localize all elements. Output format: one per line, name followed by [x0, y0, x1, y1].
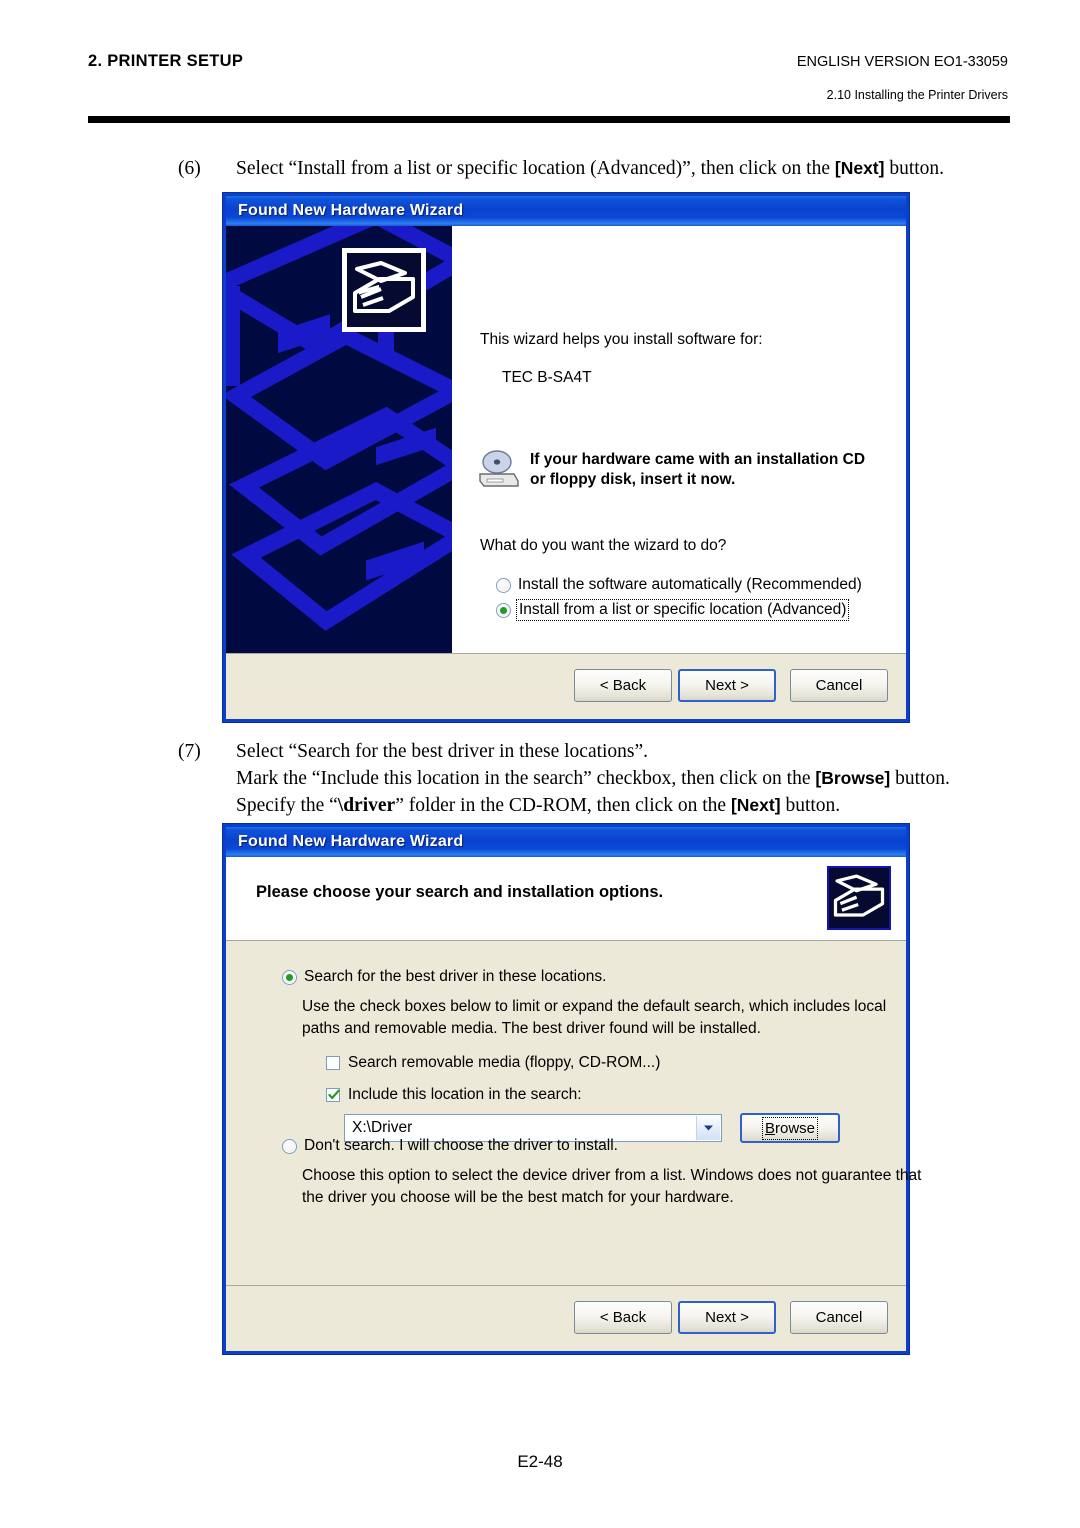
found-new-hardware-wizard-welcome-dialog: Found New Hardware Wizard This wizard he…	[222, 192, 910, 723]
dialog2-back-label: < Back	[599, 1309, 647, 1326]
dialog2-title: Found New Hardware Wizard	[238, 833, 464, 850]
dialog1-button-separator	[226, 653, 906, 654]
step-7-number: (7)	[178, 741, 201, 762]
radio-install-automatically-label: Install the software automatically (Reco…	[518, 576, 862, 593]
dialog1-cd-notice-line2: or floppy disk, insert it now.	[530, 471, 736, 488]
radio-icon-unselected[interactable]	[282, 1138, 297, 1154]
checkbox-search-removable-media-label: Search removable media (floppy, CD-ROM..…	[348, 1054, 661, 1071]
radio-install-from-list-label: Install from a list or specific location…	[515, 599, 850, 621]
dialog2-title-bar[interactable]: Found New Hardware Wizard	[226, 827, 906, 857]
isometric-device-icon	[353, 261, 415, 313]
step-7-instruction: (7) Select “Search for the best driver i…	[178, 738, 950, 819]
dialog2-next-label: Next >	[705, 1309, 749, 1326]
wizard-device-icon	[347, 253, 421, 327]
dialog2-next-button[interactable]: Next >	[678, 1301, 776, 1334]
header-subsection: 2.10 Installing the Printer Drivers	[826, 88, 1008, 102]
radio-icon-unselected[interactable]	[496, 577, 511, 593]
cd-disc-icon	[476, 448, 522, 490]
dialog1-next-label: Next >	[705, 677, 749, 694]
radio-install-from-list[interactable]: Install from a list or specific location…	[496, 599, 850, 621]
page-header: 2. PRINTER SETUP ENGLISH VERSION EO1-330…	[88, 46, 1008, 116]
dialog1-client-area: This wizard helps you install software f…	[226, 226, 906, 719]
dialog2-back-button[interactable]: < Back	[574, 1301, 672, 1334]
radio-install-automatically[interactable]: Install the software automatically (Reco…	[496, 576, 862, 594]
page-footer: E2-48	[517, 1452, 563, 1471]
found-new-hardware-wizard-search-options-dialog: Found New Hardware Wizard Please choose …	[222, 823, 921, 1355]
step-6-text-before: Select “Install from a list or specific …	[236, 158, 835, 179]
step-7-driver-folder: \driver	[337, 795, 396, 816]
dialog1-intro-text: This wizard helps you install software f…	[480, 331, 763, 348]
dialog2-device-icon	[827, 866, 891, 930]
dialog2-option1-description-line2: paths and removable media. The best driv…	[302, 1020, 761, 1037]
radio-search-best-driver-label: Search for the best driver in these loca…	[304, 968, 607, 985]
radio-dont-search-label: Don't search. I will choose the driver t…	[304, 1137, 618, 1154]
dialog1-next-button[interactable]: Next >	[678, 669, 776, 702]
checkbox-search-removable-media[interactable]: Search removable media (floppy, CD-ROM..…	[326, 1054, 660, 1072]
dialog2-header: Please choose your search and installati…	[226, 857, 906, 941]
checkbox-include-this-location[interactable]: Include this location in the search:	[326, 1086, 582, 1104]
dialog2-option1-description-line1: Use the check boxes below to limit or ex…	[302, 998, 887, 1015]
step-7-keycap-browse: [Browse]	[815, 768, 891, 788]
dialog1-back-button[interactable]: < Back	[574, 669, 672, 702]
dialog1-cd-notice-text: If your hardware came with an installati…	[530, 450, 865, 490]
dialog2-option2-description-line1: Choose this option to select the device …	[302, 1167, 922, 1184]
wizard-device-icon-frame	[342, 248, 426, 332]
dialog1-button-bar: < Back Next > Cancel	[226, 653, 906, 719]
dialog1-cancel-label: Cancel	[815, 677, 863, 694]
dialog2-body: Search for the best driver in these loca…	[226, 941, 921, 1285]
dialog1-device-name: TEC B-SA4T	[502, 369, 592, 386]
dialog2-heading: Please choose your search and installati…	[256, 883, 664, 901]
dialog1-question: What do you want the wizard to do?	[480, 537, 727, 554]
step-7-line-2-before: Mark the “Include this location in the s…	[236, 768, 816, 789]
step-6-text-after: button.	[884, 158, 945, 179]
wizard-watermark-graphic	[226, 226, 452, 656]
step-7-line-1: Select “Search for the best driver in th…	[236, 741, 649, 762]
dialog1-title-bar[interactable]: Found New Hardware Wizard	[226, 196, 906, 226]
step-7-line-3-after: button.	[780, 795, 841, 816]
header-version: ENGLISH VERSION EO1-33059	[796, 54, 1008, 70]
step-7-line-3-a: Specify the “	[236, 795, 338, 816]
chevron-down-icon[interactable]	[696, 1116, 720, 1140]
isometric-device-icon	[833, 874, 885, 917]
dialog1-welcome-row: This wizard helps you install software f…	[226, 226, 906, 674]
radio-icon-selected[interactable]	[282, 969, 297, 985]
checkbox-include-this-location-label: Include this location in the search:	[348, 1086, 582, 1103]
step-6-number: (6)	[178, 158, 201, 179]
dialog1-cd-notice: If your hardware came with an installati…	[476, 448, 865, 490]
dialog1-title: Found New Hardware Wizard	[238, 202, 464, 219]
browse-button-label: Browse	[761, 1116, 819, 1140]
dialog2-button-separator	[226, 1285, 906, 1286]
radio-dont-search[interactable]: Don't search. I will choose the driver t…	[282, 1137, 618, 1155]
dialog1-cancel-button[interactable]: Cancel	[790, 669, 888, 702]
checkbox-icon-unchecked[interactable]	[326, 1056, 340, 1070]
location-combobox-value: X:\Driver	[352, 1119, 413, 1136]
dialog2-cancel-button[interactable]: Cancel	[790, 1301, 888, 1334]
checkbox-icon-checked[interactable]	[326, 1088, 340, 1102]
header-section-title: 2. PRINTER SETUP	[88, 52, 244, 70]
dialog2-client-area: Please choose your search and installati…	[226, 857, 921, 1351]
dialog2-button-bar: < Back Next > Cancel	[226, 1285, 906, 1351]
dialog1-back-label: < Back	[599, 677, 647, 694]
step-6-instruction: (6) Select “Install from a list or speci…	[178, 155, 944, 182]
dialog2-option1-description: Use the check boxes below to limit or ex…	[302, 996, 886, 1040]
dialog2-option2-description: Choose this option to select the device …	[302, 1165, 921, 1209]
dialog1-cd-notice-line1: If your hardware came with an installati…	[530, 451, 866, 468]
header-rule	[88, 116, 1010, 123]
browse-button[interactable]: Browse	[740, 1113, 840, 1143]
radio-search-best-driver[interactable]: Search for the best driver in these loca…	[282, 968, 606, 986]
dialog2-option2-description-line2: the driver you choose will be the best m…	[302, 1189, 734, 1206]
step-6-keycap-next: [Next]	[834, 158, 885, 178]
dialog1-content: This wizard helps you install software f…	[452, 226, 906, 674]
step-7-keycap-next: [Next]	[730, 795, 781, 815]
step-7-line-2-after: button.	[890, 768, 950, 789]
dialog2-cancel-label: Cancel	[815, 1309, 863, 1326]
step-7-line-3-b: ” folder in the CD-ROM, then click on th…	[395, 795, 731, 816]
radio-icon-selected[interactable]	[496, 602, 511, 618]
